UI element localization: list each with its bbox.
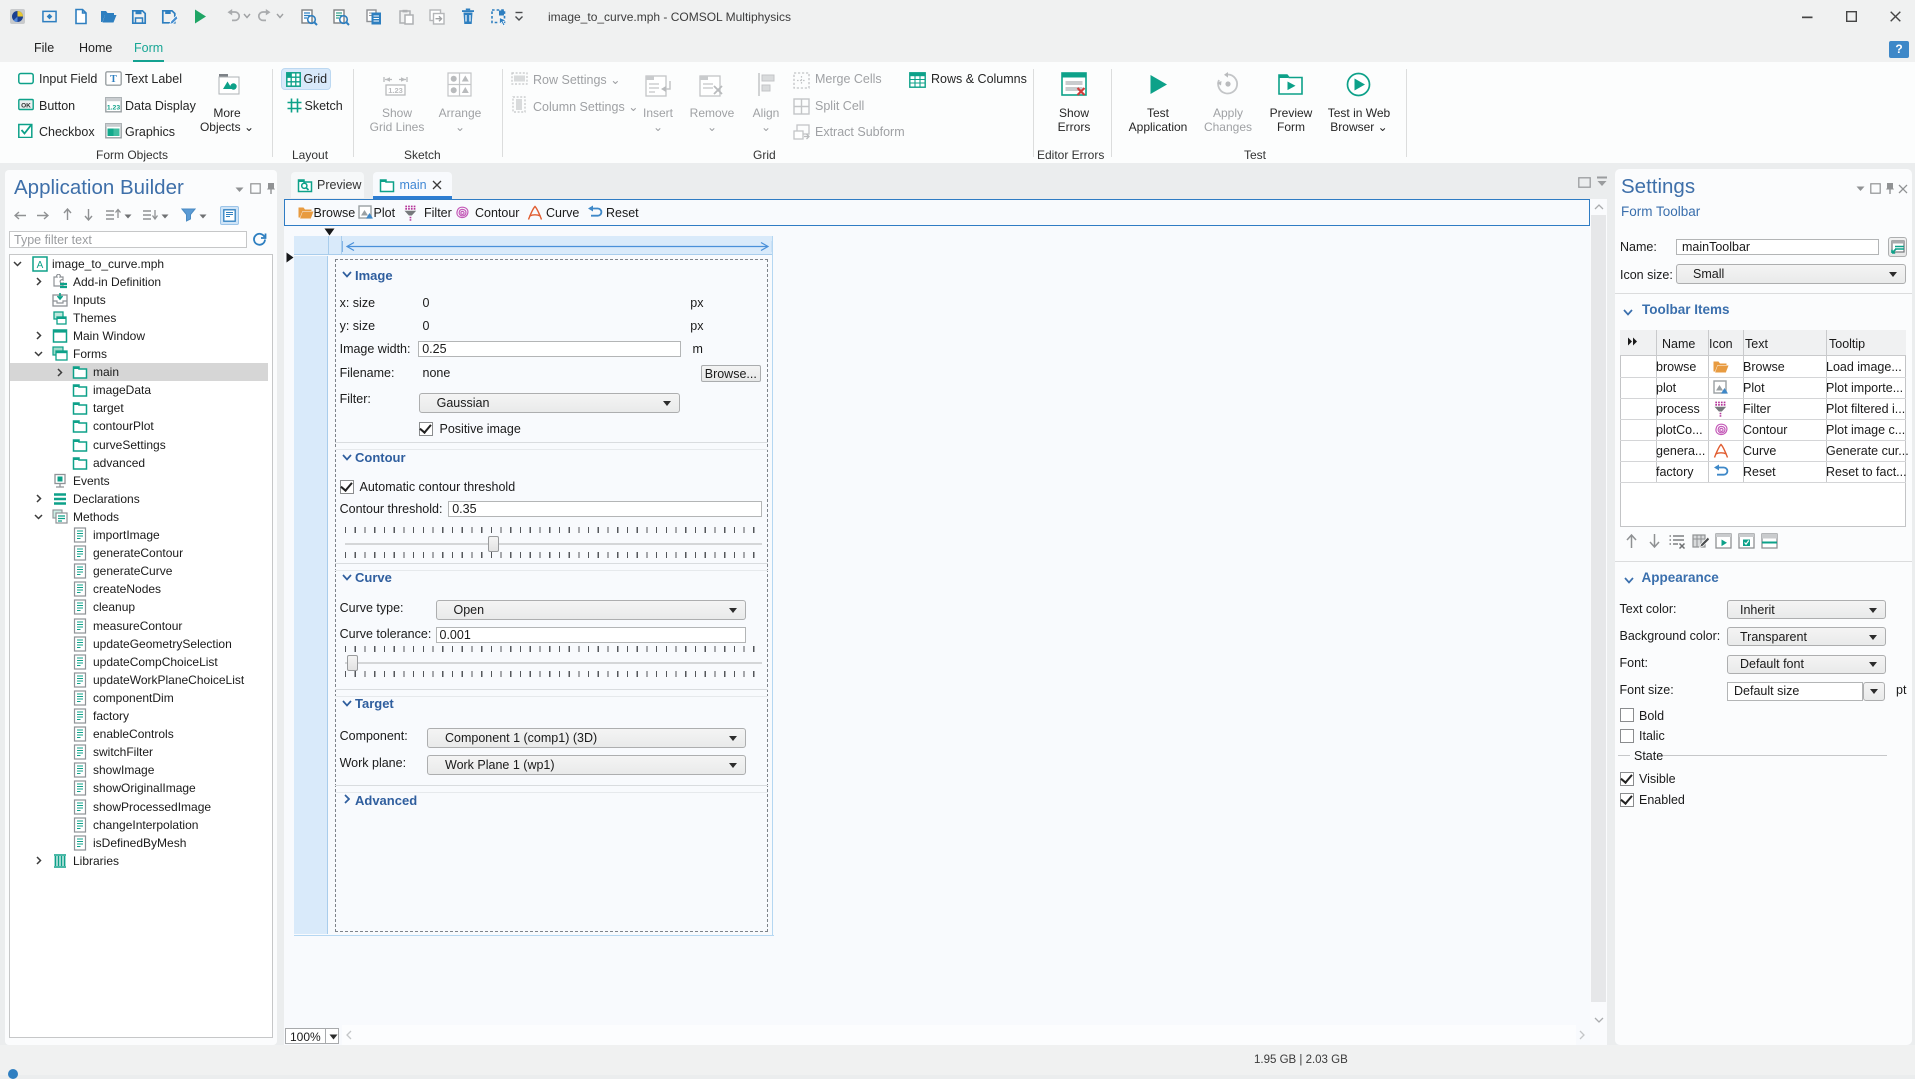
svg-text:OK: OK [21, 103, 31, 110]
svg-text:A: A [37, 260, 44, 271]
svg-text:T: T [110, 74, 117, 85]
svg-text:1.23: 1.23 [388, 86, 403, 95]
svg-text:1.23: 1.23 [107, 105, 120, 112]
